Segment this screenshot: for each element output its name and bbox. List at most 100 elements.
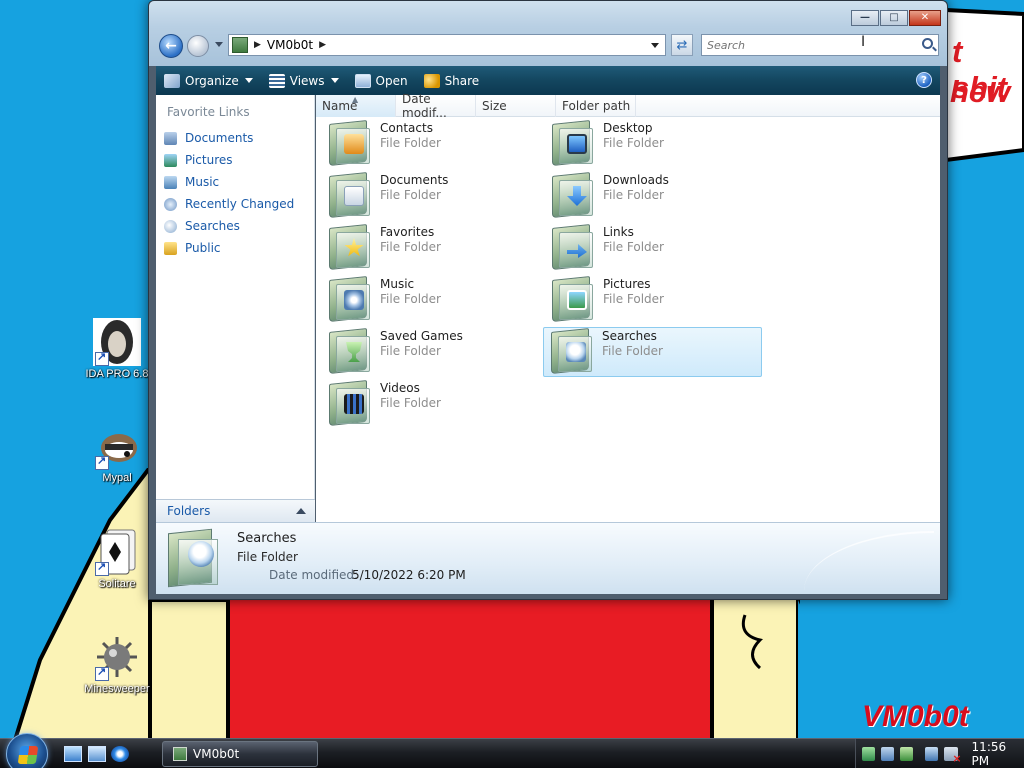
- favorite-link-music[interactable]: Music: [156, 171, 314, 193]
- shortcut-arrow-icon: [95, 350, 109, 366]
- desktop-icon-ida-pro[interactable]: IDA PRO 6.8: [77, 318, 157, 380]
- folder-item-saved-games[interactable]: Saved Games File Folder: [322, 328, 541, 378]
- solitaire-icon: [93, 528, 141, 576]
- documents-icon: [164, 131, 177, 145]
- item-name: Music: [380, 277, 415, 291]
- breadcrumb-arrow-icon[interactable]: ▶: [319, 40, 326, 50]
- item-name: Pictures: [603, 277, 651, 291]
- videos-folder-icon: [326, 380, 372, 426]
- close-button[interactable]: ✕: [909, 10, 941, 26]
- column-label: Size: [482, 99, 507, 113]
- music-folder-icon: [326, 276, 372, 322]
- folder-item-videos[interactable]: Videos File Folder: [322, 380, 541, 430]
- ida-pro-icon: [93, 318, 141, 366]
- internet-explorer-icon[interactable]: [111, 746, 129, 762]
- column-header-folder-path[interactable]: Folder path: [556, 95, 636, 117]
- folders-label: Folders: [167, 504, 211, 518]
- user-folder-icon: [173, 747, 187, 761]
- show-desktop-icon[interactable]: [64, 746, 82, 762]
- column-header-name[interactable]: ▲ Name: [316, 95, 396, 117]
- organize-button[interactable]: Organize: [156, 66, 261, 95]
- search-box[interactable]: [701, 34, 939, 56]
- views-button[interactable]: Views: [261, 66, 347, 95]
- share-icon: [423, 73, 440, 88]
- desktop-icon-mypal[interactable]: Mypal: [77, 422, 157, 484]
- desktop-icon-label: IDA PRO 6.8: [85, 368, 149, 380]
- address-bar[interactable]: ▶ VM0b0t ▶: [228, 34, 666, 56]
- minimize-icon: —: [860, 12, 870, 23]
- search-icon[interactable]: [922, 38, 933, 49]
- favorite-link-searches[interactable]: Searches: [156, 215, 314, 237]
- contacts-folder-icon: [326, 120, 372, 166]
- desktop-icon-solitaire[interactable]: Solitare: [77, 528, 157, 590]
- saved-games-folder-icon: [326, 328, 372, 374]
- start-button[interactable]: [6, 733, 48, 768]
- open-button[interactable]: Open: [347, 66, 416, 95]
- item-name: Searches: [602, 329, 657, 343]
- chevron-up-icon: [296, 508, 306, 514]
- favorite-link-label: Music: [185, 175, 220, 189]
- sort-ascending-icon: ▲: [352, 95, 359, 104]
- tray-app-icon[interactable]: [881, 747, 895, 761]
- breadcrumb-arrow-icon[interactable]: ▶: [254, 40, 261, 50]
- open-label: Open: [375, 73, 408, 88]
- desktop-folder-icon: [549, 120, 595, 166]
- item-name: Favorites: [380, 225, 435, 239]
- volume-muted-icon[interactable]: [944, 747, 962, 765]
- pictures-folder-icon: [549, 276, 595, 322]
- favorite-link-public[interactable]: Public: [156, 237, 314, 259]
- folder-item-documents[interactable]: Documents File Folder: [322, 172, 541, 222]
- favorites-folder-icon: [326, 224, 372, 270]
- breadcrumb-current[interactable]: VM0b0t: [267, 38, 313, 52]
- favorite-link-pictures[interactable]: Pictures: [156, 149, 314, 171]
- favorite-link-recently-changed[interactable]: Recently Changed: [156, 193, 314, 215]
- item-name: Contacts: [380, 121, 433, 135]
- wallpaper-text-line-2: hew: [950, 74, 1011, 109]
- folder-item-desktop[interactable]: Desktop File Folder: [545, 120, 764, 170]
- taskbar-button-explorer[interactable]: VM0b0t: [162, 741, 318, 767]
- taskbar-button-label: VM0b0t: [193, 747, 240, 761]
- details-item-type: File Folder: [237, 550, 298, 564]
- chevron-down-icon: [244, 78, 253, 83]
- minimize-button[interactable]: —: [851, 10, 879, 26]
- music-icon: [164, 175, 177, 189]
- address-dropdown-icon[interactable]: [651, 43, 659, 48]
- help-button[interactable]: ?: [916, 72, 932, 88]
- folder-item-contacts[interactable]: Contacts File Folder: [322, 120, 541, 170]
- item-type: File Folder: [603, 136, 664, 150]
- folder-item-downloads[interactable]: Downloads File Folder: [545, 172, 764, 222]
- column-header-date-modified[interactable]: Date modif...: [396, 92, 476, 120]
- decorative-swoosh: [804, 531, 934, 591]
- column-label: Folder path: [562, 99, 631, 113]
- back-button[interactable]: ←: [159, 34, 183, 58]
- maximize-button[interactable]: □: [880, 10, 908, 26]
- folder-item-favorites[interactable]: Favorites File Folder: [322, 224, 541, 274]
- item-name: Saved Games: [380, 329, 463, 343]
- tray-app-icon[interactable]: [862, 747, 876, 761]
- shortcut-arrow-icon: [95, 560, 109, 576]
- folder-item-music[interactable]: Music File Folder: [322, 276, 541, 326]
- folder-item-links[interactable]: Links File Folder: [545, 224, 764, 274]
- forward-button[interactable]: [187, 35, 209, 57]
- recent-pages-dropdown[interactable]: [215, 42, 223, 47]
- share-label: Share: [444, 73, 480, 88]
- desktop-icon-minesweeper[interactable]: Minesweeper: [77, 633, 157, 695]
- column-header-size[interactable]: Size: [476, 95, 556, 117]
- folder-item-pictures[interactable]: Pictures File Folder: [545, 276, 764, 326]
- details-item-name: Searches: [237, 531, 297, 546]
- refresh-button[interactable]: ⇄: [671, 34, 693, 56]
- folders-toggle[interactable]: Folders: [156, 499, 315, 522]
- search-input[interactable]: [707, 35, 907, 55]
- public-folder-icon: [164, 241, 177, 255]
- network-icon[interactable]: [925, 747, 939, 761]
- clock[interactable]: 11:56 PM: [972, 740, 1024, 768]
- switch-windows-icon[interactable]: [88, 746, 106, 762]
- file-list[interactable]: ▲ Name Date modif... Size Folder path Con…: [316, 92, 940, 522]
- tray-app-icon[interactable]: [900, 747, 914, 761]
- folder-item-searches[interactable]: Searches File Folder: [543, 327, 762, 377]
- mypal-icon: [93, 422, 141, 470]
- favorite-link-documents[interactable]: Documents: [156, 127, 314, 149]
- views-icon: [268, 73, 285, 88]
- refresh-icon: ⇄: [676, 37, 688, 53]
- share-button[interactable]: Share: [416, 66, 488, 95]
